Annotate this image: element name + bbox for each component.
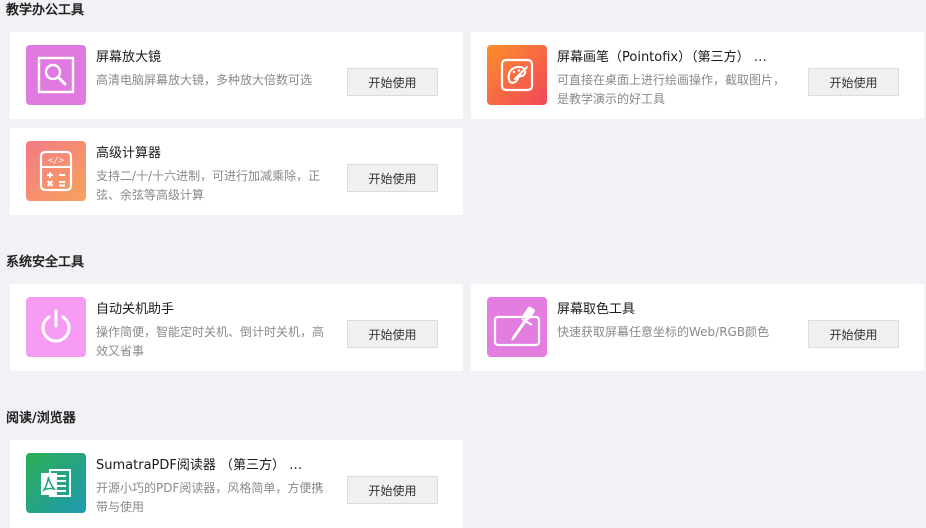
section-title-system-security: 系统安全工具 [6,255,85,270]
start-button-advanced-calculator[interactable]: 开始使用 [347,164,438,192]
app-card-sumatrapdf: SumatraPDF阅读器 （第三方） … 开源小巧的PDF阅读器，风格简单，方… [10,440,463,528]
app-card-color-picker: 屏幕取色工具 快速获取屏幕任意坐标的Web/RGB颜色 开始使用 [471,284,924,371]
section-title-reading-browser: 阅读/浏览器 [6,411,76,426]
power-icon [26,297,86,357]
app-card-auto-shutdown: 自动关机助手 操作简便，智能定时关机、倒计时关机，高效又省事 开始使用 [10,284,463,371]
app-name: 屏幕画笔（Pointofix）（第三方） … [557,50,767,65]
eyedropper-icon [487,297,547,357]
app-description: 操作简便，智能定时关机、倒计时关机，高效又省事 [96,325,325,358]
app-name: 自动关机助手 [96,302,175,317]
start-button-auto-shutdown[interactable]: 开始使用 [347,320,438,348]
app-name: 屏幕取色工具 [557,302,636,317]
start-button-screen-pen[interactable]: 开始使用 [808,68,899,96]
app-card-screen-magnifier: 屏幕放大镜 高清电脑屏幕放大镜，多种放大倍数可选 开始使用 [10,32,463,119]
start-button-screen-magnifier[interactable]: 开始使用 [347,68,438,96]
palette-icon [487,45,547,105]
app-description: 高清电脑屏幕放大镜，多种放大倍数可选 [96,73,313,87]
svg-text:</>: </> [48,156,65,166]
app-description: 可直接在桌面上进行绘画操作，截取图片，是教学演示的好工具 [557,73,786,106]
app-description: 支持二/十/十六进制，可进行加减乘除，正弦、余弦等高级计算 [96,169,321,202]
app-name: 屏幕放大镜 [96,50,162,65]
magnifier-icon [26,45,86,105]
start-button-color-picker[interactable]: 开始使用 [808,320,899,348]
app-card-screen-pen: 屏幕画笔（Pointofix）（第三方） … 可直接在桌面上进行绘画操作，截取图… [471,32,924,119]
app-description: 快速获取屏幕任意坐标的Web/RGB颜色 [557,325,770,339]
app-name: SumatraPDF阅读器 （第三方） … [96,458,303,473]
app-description: 开源小巧的PDF阅读器，风格简单，方便携带与使用 [96,481,324,514]
pdf-reader-icon [26,453,86,513]
app-card-advanced-calculator: </> 高级计算器 支持二/十/十六进制，可进行加减乘除，正弦、余弦等高级计算 … [10,128,463,215]
app-name: 高级计算器 [96,146,162,161]
calculator-icon: </> [26,141,86,201]
section-title-office: 教学办公工具 [6,3,85,18]
start-button-sumatrapdf[interactable]: 开始使用 [347,476,438,504]
